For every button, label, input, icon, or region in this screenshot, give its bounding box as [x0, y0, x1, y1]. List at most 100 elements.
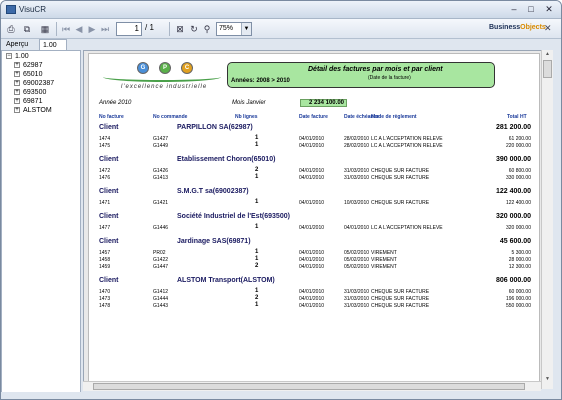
maximize-button[interactable]: □	[523, 4, 539, 16]
tree-item-label: 69871	[23, 98, 43, 105]
tree-item-label: 693500	[23, 89, 47, 96]
search-icon[interactable]: ⚲	[201, 22, 213, 36]
client-name: Société Industriel de l'Est(693500)	[177, 213, 290, 220]
scrollbar-thumb[interactable]	[543, 60, 552, 78]
invoice-cell: 28/02/2010	[344, 136, 370, 142]
tree-item[interactable]: +69002387	[14, 80, 54, 87]
tree-item[interactable]: + ALSTOM	[14, 107, 52, 114]
expand-icon[interactable]: +	[14, 107, 20, 114]
invoice-cell: G1444	[153, 296, 169, 302]
scroll-down-icon[interactable]: ▼	[543, 376, 552, 384]
client-name: Jardinage SAS(69871)	[177, 238, 251, 245]
next-page-icon[interactable]: ▶	[87, 22, 97, 36]
tab-apercu[interactable]: Aperçu	[3, 39, 43, 50]
invoice-cell: LC A L'ACCEPTATION RELEVE	[371, 136, 443, 142]
invoice-cell: CHEQUE SUR FACTURE	[371, 289, 430, 295]
page-number-input[interactable]: 1	[116, 22, 142, 36]
invoice-cell: G1427	[153, 136, 169, 142]
export-icon[interactable]: ⧉	[21, 22, 33, 36]
invoice-cell: G1412	[153, 289, 169, 295]
invoice-cell: 31/03/2010	[344, 175, 370, 181]
invoice-cell: 61 200.00	[508, 136, 531, 142]
first-page-icon[interactable]: ⏮	[61, 22, 71, 36]
invoice-cell: 31/03/2010	[344, 168, 370, 174]
previous-page-icon[interactable]: ◀	[74, 22, 84, 36]
tree-item-label: 62987	[23, 62, 43, 69]
print-icon[interactable]: ⎙	[5, 22, 17, 36]
invoice-cell: 31/03/2010	[344, 289, 370, 295]
brand-main: Business	[489, 24, 521, 31]
invoice-cell: 05/02/2010	[344, 264, 370, 270]
invoice-cell: G1426	[153, 168, 169, 174]
invoice-cell: G1443	[153, 303, 169, 309]
invoice-cell: 05/02/2010	[344, 250, 370, 256]
tree-item[interactable]: +62987	[14, 62, 42, 69]
invoice-cell: 2	[255, 167, 259, 173]
title-bar: VisuCR – □ ✕	[1, 1, 561, 19]
invoice-cell: CHEQUE SUR FACTURE	[371, 168, 430, 174]
report-years: Années: 2008 > 2010	[231, 78, 290, 84]
expand-icon[interactable]: +	[14, 62, 20, 69]
tree-item-label: 69002387	[23, 80, 55, 87]
invoice-cell: 31/03/2010	[344, 296, 370, 302]
visucr-window: VisuCR – □ ✕ ⎙ ⧉ ▦ ⏮ ◀ ▶ ⏭ 1 / 1 ⊠ ↻ ⚲ 7…	[0, 0, 562, 400]
scroll-up-icon[interactable]: ▲	[543, 51, 552, 59]
report-title: Détail des factures par mois et par clie…	[308, 66, 443, 73]
invoice-cell: CHEQUE SUR FACTURE	[371, 303, 430, 309]
invoice-cell: 60 000.00	[508, 289, 531, 295]
logo-tagline: l'excellence industrielle	[121, 84, 208, 90]
horizontal-scrollbar[interactable]	[83, 381, 541, 391]
scrollbar-thumb[interactable]	[93, 383, 525, 390]
invoice-cell: 04/01/2010	[299, 143, 325, 149]
tree-item[interactable]: +69871	[14, 98, 42, 105]
stop-icon[interactable]: ⊠	[174, 22, 186, 36]
expand-icon[interactable]: +	[14, 89, 20, 96]
invoice-cell: 05/02/2010	[344, 257, 370, 263]
expand-icon[interactable]: +	[14, 80, 20, 87]
column-header: No facture	[99, 114, 124, 120]
tab-report[interactable]: 1.00	[39, 39, 67, 50]
invoice-cell: 1	[255, 288, 259, 294]
invoice-cell: VIREMENT	[371, 264, 397, 270]
client-name: Etablissement Choron(65010)	[177, 156, 276, 163]
invoice-cell: PR02	[153, 250, 166, 256]
invoice-cell: 28 000.00	[508, 257, 531, 263]
invoice-cell: 04/01/2010	[344, 225, 370, 231]
invoice-cell: 5 300.00	[511, 250, 531, 256]
invoice-cell: G1422	[153, 257, 169, 263]
client-total: 320 000.00	[495, 213, 531, 220]
zoom-select[interactable]: 75% ▼	[216, 22, 252, 36]
invoice-cell: 1471	[99, 200, 111, 206]
column-header: Mode de règlement	[371, 114, 417, 120]
tree-item[interactable]: +65010	[14, 71, 42, 78]
invoice-cell: 1478	[99, 303, 111, 309]
client-total: 390 000.00	[495, 156, 531, 163]
invoice-cell: CHEQUE SUR FACTURE	[371, 200, 430, 206]
tree-root[interactable]: −1.00	[6, 53, 29, 60]
invoice-cell: 1476	[99, 175, 111, 181]
close-report-button[interactable]: ✕	[544, 23, 552, 34]
close-window-button[interactable]: ✕	[541, 4, 557, 16]
vertical-scrollbar[interactable]: ▲ ▼	[541, 50, 553, 389]
invoice-cell: VIREMENT	[371, 257, 397, 263]
invoice-cell: 122 400.00	[505, 200, 531, 206]
minimize-button[interactable]: –	[506, 4, 522, 16]
client-total: 281 200.00	[495, 124, 531, 131]
invoice-cell: VIREMENT	[371, 250, 397, 256]
invoice-cell: 1	[255, 174, 259, 180]
status-bar	[1, 392, 561, 399]
toggle-tree-icon[interactable]: ▦	[39, 22, 51, 36]
view-tabs: Aperçu 1.00	[1, 39, 81, 50]
invoice-cell: 1457	[99, 250, 111, 256]
report-subtitle: (Date de la facture)	[368, 75, 411, 81]
expand-icon[interactable]: +	[14, 98, 20, 105]
collapse-icon[interactable]: −	[6, 53, 12, 60]
refresh-icon[interactable]: ↻	[188, 22, 200, 36]
tree-item[interactable]: +693500	[14, 89, 46, 96]
window-title: VisuCR	[19, 5, 46, 14]
last-page-icon[interactable]: ⏭	[100, 22, 110, 36]
invoice-cell: G1449	[153, 143, 169, 149]
invoice-cell: 1458	[99, 257, 111, 263]
invoice-cell: CHEQUE SUR FACTURE	[371, 296, 430, 302]
expand-icon[interactable]: +	[14, 71, 20, 78]
